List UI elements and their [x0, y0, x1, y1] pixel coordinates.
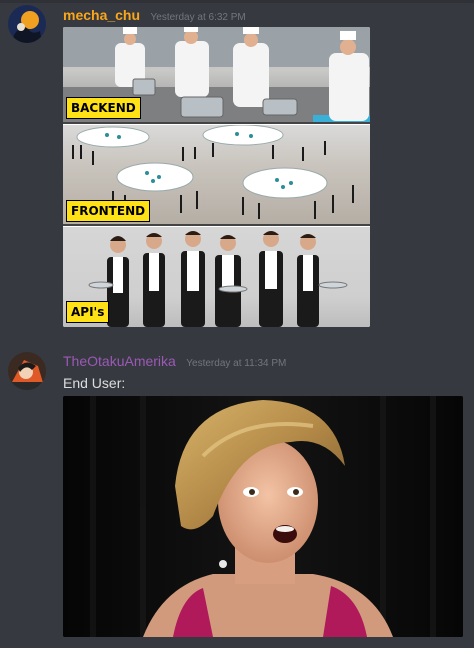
user-avatar-icon	[8, 5, 46, 43]
panel-caption: BACKEND	[66, 97, 141, 119]
image-attachment[interactable]	[63, 396, 463, 637]
author-name[interactable]: mecha_chu	[63, 7, 140, 23]
user-avatar-icon	[8, 352, 46, 390]
message-text: End User:	[63, 375, 126, 391]
panel-caption: API's	[66, 301, 110, 323]
reaction-photo	[63, 396, 463, 637]
panel-caption: FRONTEND	[66, 200, 151, 222]
image-attachment[interactable]: BACKEND FRONTEND API's	[63, 27, 370, 327]
avatar-theotakuamerika[interactable]	[8, 352, 46, 390]
timestamp: Yesterday at 11:34 PM	[186, 358, 287, 369]
author-name[interactable]: TheOtakuAmerika	[63, 353, 176, 369]
channel-top-edge	[0, 0, 474, 3]
avatar-mecha-chu[interactable]	[8, 5, 46, 43]
meme-panel-backend: BACKEND	[63, 27, 370, 124]
timestamp: Yesterday at 6:32 PM	[150, 12, 246, 23]
meme-panel-apis: API's	[63, 227, 370, 327]
message-header: TheOtakuAmerika Yesterday at 11:34 PM	[63, 353, 286, 371]
meme-panel-frontend: FRONTEND	[63, 125, 370, 226]
message-header: mecha_chu Yesterday at 6:32 PM	[63, 7, 246, 25]
